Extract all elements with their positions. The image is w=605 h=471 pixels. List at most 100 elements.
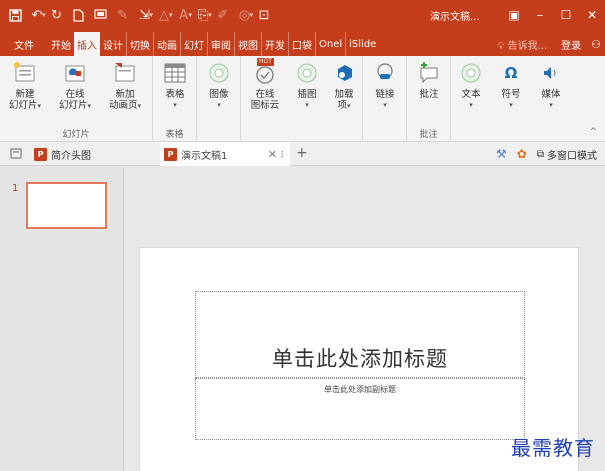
- table-button[interactable]: 表格 ▾: [158, 60, 192, 111]
- new-slide-label-1: 新建: [15, 89, 35, 100]
- login-link[interactable]: 登录: [561, 37, 581, 52]
- group-media: 媒体 ▾: [531, 56, 571, 142]
- share-user-icon[interactable]: ⚇: [591, 38, 601, 51]
- pen-icon[interactable]: ✎: [112, 4, 134, 26]
- tab-slideshow[interactable]: 幻灯: [181, 32, 208, 56]
- group-text: 文本 ▾: [451, 56, 491, 142]
- quick-access-toolbar: ↶ ▾ ↻ ✎ ⇲ ▾ △ ▾ A ▾ ⎘ ▾ ✐ ◎ ▾ ⊡: [0, 0, 275, 30]
- text-label: 文本: [461, 89, 481, 100]
- lightbulb-icon: 💡︎: [497, 40, 508, 52]
- group-images: 图像 ▾: [197, 56, 241, 142]
- animation-page-icon: [112, 60, 138, 86]
- add-page-label-2: 动画页: [108, 100, 138, 111]
- pin-icon[interactable]: ⚒: [496, 147, 507, 161]
- add-page-label-1: 新加: [115, 89, 135, 100]
- title-placeholder-text: 单击此处添加标题: [272, 347, 448, 371]
- title-placeholder[interactable]: 单击此处添加标题: [195, 291, 525, 378]
- text-button[interactable]: 文本 ▾: [454, 60, 488, 111]
- online-icon-cloud-button[interactable]: HOT 在线 图标云: [243, 58, 287, 111]
- save-icon[interactable]: [4, 4, 26, 26]
- doc-tab-intro[interactable]: P 简介头图: [34, 147, 91, 162]
- minimize-button[interactable]: –: [527, 0, 553, 30]
- tab-transitions[interactable]: 切换: [127, 32, 154, 56]
- doc-tab-presentation1-label: 演示文稿1: [181, 150, 228, 162]
- online-icon-label-1: 在线: [255, 89, 275, 100]
- comment-button[interactable]: 批注: [412, 60, 446, 100]
- add-animation-page-button[interactable]: 新加 动画页▾: [102, 60, 148, 112]
- tab-design[interactable]: 设计: [100, 32, 127, 56]
- tab-animations[interactable]: 动画: [154, 32, 181, 56]
- media-label: 媒体: [541, 89, 561, 100]
- slide-editing-area: 单击此处添加标题 单击此处添加副标题: [125, 167, 605, 471]
- new-file-icon[interactable]: [68, 4, 90, 26]
- addins-button[interactable]: 加载 项▾: [327, 60, 361, 112]
- tell-me-box[interactable]: 💡︎ 告诉我...: [497, 37, 547, 52]
- online-slide-button[interactable]: 在线 幻灯片▾: [52, 60, 98, 112]
- watermark-text: 最需教育: [511, 436, 595, 460]
- slide-thumbnail[interactable]: [26, 182, 107, 229]
- media-button[interactable]: 媒体 ▾: [534, 60, 568, 111]
- slide-number: 1: [12, 183, 19, 194]
- new-tab-icon[interactable]: +: [296, 145, 308, 161]
- comment-label: 批注: [419, 89, 439, 100]
- multi-window-mode-button[interactable]: ⧉ 多窗口模式: [537, 147, 597, 162]
- redo-icon[interactable]: ↻: [46, 4, 68, 26]
- subtitle-placeholder[interactable]: 单击此处添加副标题: [195, 378, 525, 440]
- tab-developer[interactable]: 开发: [262, 32, 289, 56]
- windows-icon: ⧉: [536, 148, 544, 160]
- icon-cloud-icon: HOT: [252, 58, 278, 86]
- screenshot-icon[interactable]: ⊡: [253, 4, 275, 26]
- tab-insert[interactable]: 插入: [74, 32, 100, 56]
- symbol-label: 符号: [501, 89, 521, 100]
- illustrations-icon: [294, 60, 320, 86]
- close-tab-icon[interactable]: ✕ ⁝: [268, 148, 284, 161]
- image-icon: [206, 60, 232, 86]
- maximize-button[interactable]: ☐: [553, 0, 579, 30]
- group-illustrations: 插图 ▾: [289, 56, 325, 142]
- online-slide-label-2: 幻灯片: [58, 100, 88, 111]
- subtitle-placeholder-text: 单击此处添加副标题: [324, 385, 396, 394]
- online-slide-icon: [62, 60, 88, 86]
- tab-home[interactable]: 开始: [48, 32, 74, 56]
- new-slide-button[interactable]: 新建 幻灯片▾: [6, 60, 44, 112]
- table-label: 表格: [165, 89, 185, 100]
- online-slide-label-1: 在线: [65, 89, 85, 100]
- tab-islide[interactable]: iSlide: [346, 32, 379, 56]
- slideshow-icon[interactable]: [90, 4, 112, 26]
- doc-tab-intro-label: 简介头图: [51, 151, 91, 162]
- multi-window-label: 多窗口模式: [547, 150, 597, 162]
- ribbon-display-icon[interactable]: ▣: [501, 0, 527, 30]
- close-button[interactable]: ✕: [579, 0, 605, 30]
- folder-tab-icon[interactable]: [10, 147, 22, 159]
- powerpoint-icon: P: [34, 148, 47, 161]
- tab-onekey[interactable]: Onel: [316, 32, 347, 56]
- group-label-tables: 表格: [165, 130, 184, 140]
- tell-me-label: 告诉我...: [507, 40, 548, 52]
- link-button[interactable]: 链接 ▾: [368, 60, 402, 111]
- addins-icon: [331, 60, 357, 86]
- comment-icon: [416, 60, 442, 86]
- tab-pocket[interactable]: 口袋: [289, 32, 316, 56]
- addins-label-2: 项: [337, 100, 347, 111]
- tab-review[interactable]: 审阅: [208, 32, 235, 56]
- collapse-ribbon-icon[interactable]: ^: [589, 127, 597, 137]
- link-icon: [372, 60, 398, 86]
- symbol-button[interactable]: Ω 符号 ▾: [494, 60, 528, 111]
- format-painter-icon[interactable]: ✐: [212, 4, 234, 26]
- group-addins: 加载 项▾: [325, 56, 363, 142]
- window-title: 演示文稿...: [430, 12, 480, 23]
- image-label: 图像: [209, 89, 229, 100]
- group-tables: 表格 ▾ 表格: [153, 56, 197, 142]
- illustrations-button[interactable]: 插图 ▾: [290, 60, 324, 111]
- illustrations-label: 插图: [297, 89, 317, 100]
- tab-view[interactable]: 视图: [235, 32, 262, 56]
- omega-icon: Ω: [504, 63, 518, 82]
- settings-icon[interactable]: ✿: [517, 147, 527, 161]
- doc-tab-presentation1[interactable]: P 演示文稿1 ✕ ⁝: [160, 142, 290, 166]
- new-slide-label-2: 幻灯片: [8, 100, 38, 111]
- slide-thumbnail-pane: 1: [0, 167, 124, 471]
- tab-file[interactable]: 文件: [0, 32, 48, 56]
- table-icon: [162, 60, 188, 86]
- online-icon-label-2: 图标云: [250, 100, 280, 111]
- image-button[interactable]: 图像 ▾: [202, 60, 236, 111]
